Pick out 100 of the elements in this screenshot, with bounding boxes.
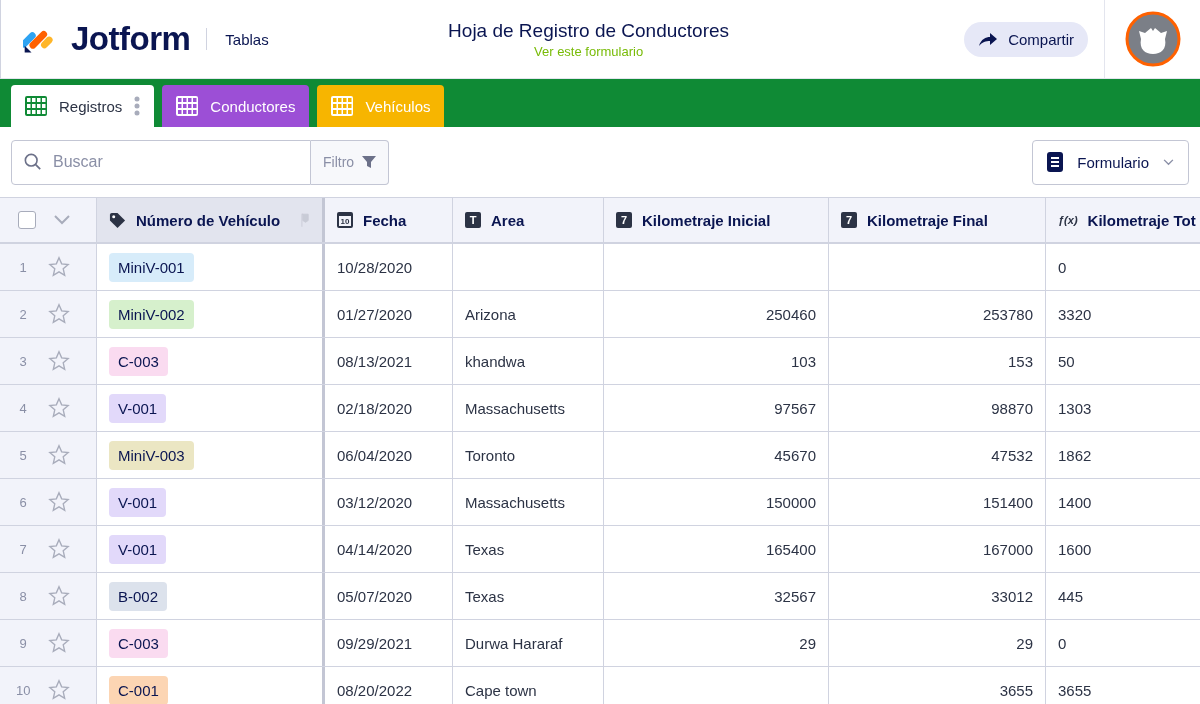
row-number: 7: [18, 541, 28, 557]
table-cell: 97567: [774, 399, 816, 417]
table-cell: 150000: [765, 493, 816, 511]
star-icon[interactable]: [48, 538, 70, 560]
table-cell: 02/18/2020: [337, 399, 413, 417]
star-icon[interactable]: [48, 585, 70, 607]
row-number: 1: [18, 259, 28, 275]
vehicle-tag: MiniV-001: [109, 252, 194, 282]
star-icon[interactable]: [48, 303, 70, 325]
table-cell: 0: [1058, 258, 1067, 276]
table-cell: 33012: [991, 587, 1033, 605]
calendar-icon: 10: [337, 212, 353, 228]
table-tab[interactable]: Registros: [11, 85, 155, 127]
table-cell: 03/12/2020: [337, 493, 413, 511]
table-cell: 50: [1058, 352, 1075, 370]
more-options-icon[interactable]: [134, 96, 141, 116]
table-cell: 1600: [1058, 540, 1092, 558]
chevron-down-icon[interactable]: [54, 215, 70, 225]
table-cell: Texas: [465, 587, 505, 605]
table-cell: 04/14/2020: [337, 540, 413, 558]
column-header[interactable]: 7 Kilometraje Final: [829, 198, 1046, 242]
star-icon[interactable]: [48, 679, 70, 701]
vehicle-tag: MiniV-003: [109, 440, 194, 470]
table-cell: Toronto: [465, 446, 516, 464]
row-number: 8: [18, 588, 28, 604]
table-cell: 165400: [765, 540, 816, 558]
table-cell: 10/28/2020: [337, 258, 413, 276]
column-header[interactable]: Número de Vehículo: [97, 198, 325, 242]
tag-icon: [109, 211, 126, 229]
grid-icon: [331, 96, 354, 116]
row-number: 10: [16, 682, 30, 698]
row-number: 6: [18, 494, 28, 510]
table-cell: 05/07/2020: [337, 587, 413, 605]
sheet-title: Hoja de Registro de Conductores: [448, 19, 730, 42]
vehicle-tag: C-003: [109, 346, 168, 376]
formula-icon: ƒ(x): [1058, 214, 1078, 226]
table-cell: 103: [790, 352, 816, 370]
funnel-icon: [362, 155, 377, 169]
star-icon[interactable]: [48, 397, 70, 419]
table-cell: 29: [1016, 634, 1033, 652]
form-view-dropdown[interactable]: Formulario: [1032, 139, 1189, 185]
table-cell: 3320: [1058, 305, 1092, 323]
table-cell: 253780: [982, 305, 1033, 323]
avatar-icon[interactable]: [1124, 11, 1181, 67]
table-cell: 3655: [1058, 681, 1092, 699]
field-type-icon: T: [465, 212, 481, 228]
table-tab[interactable]: Conductores: [162, 85, 310, 127]
table-cell: 1400: [1058, 493, 1092, 511]
vehicle-tag: C-001: [109, 675, 168, 704]
share-button[interactable]: Compartir: [964, 21, 1088, 57]
star-icon[interactable]: [48, 444, 70, 466]
table-cell: Texas: [465, 540, 505, 558]
row-number: 4: [18, 400, 28, 416]
vehicle-tag: MiniV-002: [109, 299, 194, 329]
table-cell: 08/20/2022: [337, 681, 413, 699]
table-cell: Massachusetts: [465, 399, 566, 417]
table-cell: 01/27/2020: [337, 305, 413, 323]
star-icon[interactable]: [48, 491, 70, 513]
table-cell: 32567: [774, 587, 816, 605]
document-icon: [1047, 152, 1064, 172]
vehicle-tag: V-001: [109, 534, 167, 564]
table-cell: 45670: [774, 446, 816, 464]
share-arrow-icon: [978, 31, 999, 47]
table-cell: Cape town: [465, 681, 537, 699]
column-header[interactable]: T Area: [453, 198, 604, 242]
field-type-icon: 7: [841, 212, 857, 228]
table-cell: 08/13/2021: [337, 352, 413, 370]
table-cell: 250460: [765, 305, 816, 323]
table-cell: 47532: [991, 446, 1033, 464]
table-cell: khandwa: [465, 352, 526, 370]
star-icon[interactable]: [48, 632, 70, 654]
table-cell: Massachusetts: [465, 493, 566, 511]
vehicle-tag: V-001: [109, 393, 167, 423]
brand-name: Jotform: [71, 20, 191, 58]
table-cell: 09/29/2021: [337, 634, 413, 652]
vehicle-tag: V-001: [109, 487, 167, 517]
table-cell: 3655: [999, 681, 1033, 699]
row-number: 5: [18, 447, 28, 463]
field-type-icon: 7: [616, 212, 632, 228]
section-label: Tablas: [225, 30, 269, 48]
grid-icon: [176, 96, 199, 116]
column-header[interactable]: ƒ(x) Kilometraje Tot: [1046, 198, 1200, 242]
table-cell: Durwa Hararaf: [465, 634, 563, 652]
column-header[interactable]: 10 Fecha: [325, 198, 453, 242]
table-cell: 98870: [991, 399, 1033, 417]
table-cell: 153: [1007, 352, 1033, 370]
star-icon[interactable]: [48, 350, 70, 372]
table-cell: 29: [799, 634, 816, 652]
table-cell: 151400: [982, 493, 1033, 511]
select-all-checkbox[interactable]: [18, 211, 36, 229]
table-cell: 0: [1058, 634, 1067, 652]
chevron-down-icon: [1163, 158, 1174, 166]
vehicle-tag: C-003: [109, 628, 168, 658]
search-field[interactable]: Buscar: [11, 139, 311, 185]
table-cell: 167000: [982, 540, 1033, 558]
star-icon[interactable]: [48, 256, 70, 278]
table-cell: 06/04/2020: [337, 446, 413, 464]
pin-icon[interactable]: [301, 212, 310, 228]
table-cell: 1303: [1058, 399, 1092, 417]
column-header[interactable]: 7 Kilometraje Inicial: [604, 198, 829, 242]
